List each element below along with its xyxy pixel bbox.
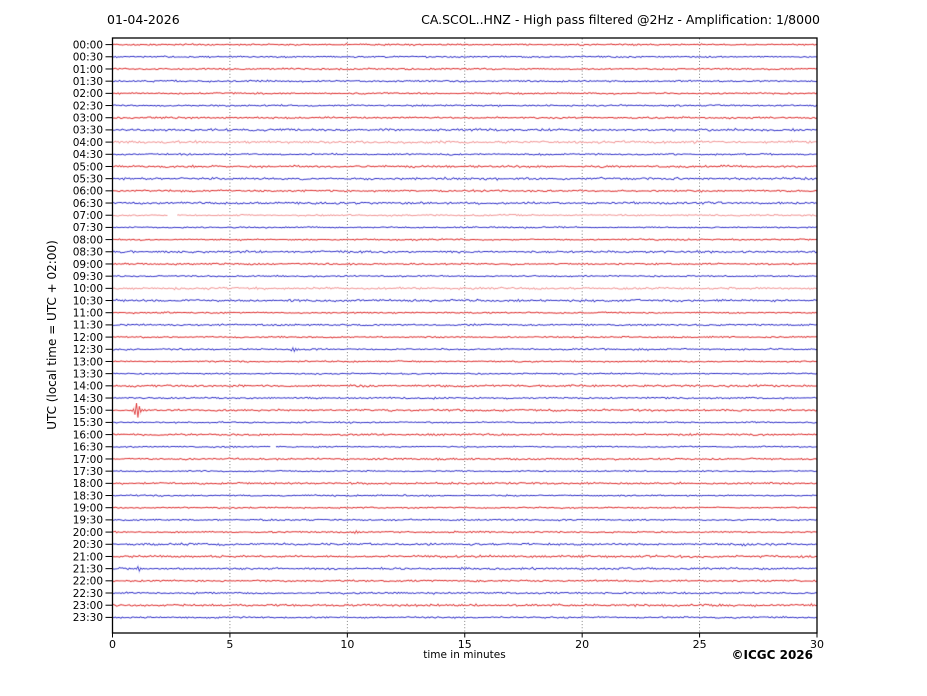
svg-text:19:30: 19:30 [73, 515, 103, 527]
svg-text:01:30: 01:30 [73, 76, 103, 88]
svg-text:17:00: 17:00 [73, 454, 103, 466]
helicorder-figure: 01-04-2026 CA.SCOL..HNZ - High pass filt… [0, 0, 927, 696]
svg-text:10:30: 10:30 [73, 295, 103, 307]
svg-text:09:30: 09:30 [73, 271, 103, 283]
svg-text:03:00: 03:00 [73, 113, 103, 125]
svg-text:21:30: 21:30 [73, 563, 103, 575]
svg-text:06:30: 06:30 [73, 198, 103, 210]
svg-text:04:00: 04:00 [73, 137, 103, 149]
svg-text:13:00: 13:00 [73, 356, 103, 368]
svg-text:23:00: 23:00 [73, 600, 103, 612]
svg-text:12:30: 12:30 [73, 344, 103, 356]
svg-text:00:00: 00:00 [73, 39, 103, 51]
svg-text:12:00: 12:00 [73, 332, 103, 344]
helicorder-plot: 00:0000:3001:0001:3002:0002:3003:0003:30… [73, 37, 824, 651]
svg-text:01:00: 01:00 [73, 64, 103, 76]
svg-text:08:30: 08:30 [73, 247, 103, 259]
svg-text:11:00: 11:00 [73, 308, 103, 320]
svg-text:10:00: 10:00 [73, 283, 103, 295]
svg-text:03:30: 03:30 [73, 125, 103, 137]
svg-text:14:00: 14:00 [73, 381, 103, 393]
svg-text:07:30: 07:30 [73, 222, 103, 234]
svg-text:00:30: 00:30 [73, 52, 103, 64]
svg-text:20:00: 20:00 [73, 527, 103, 539]
svg-text:17:30: 17:30 [73, 466, 103, 478]
svg-text:13:30: 13:30 [73, 368, 103, 380]
svg-text:22:30: 22:30 [73, 588, 103, 600]
svg-text:14:30: 14:30 [73, 393, 103, 405]
svg-text:02:30: 02:30 [73, 100, 103, 112]
svg-text:09:00: 09:00 [73, 259, 103, 271]
svg-text:06:00: 06:00 [73, 186, 103, 198]
svg-text:22:00: 22:00 [73, 576, 103, 588]
svg-text:02:00: 02:00 [73, 88, 103, 100]
svg-text:15:00: 15:00 [73, 405, 103, 417]
svg-text:04:30: 04:30 [73, 149, 103, 161]
x-axis-label: time in minutes [423, 649, 506, 661]
svg-text:11:30: 11:30 [73, 320, 103, 332]
svg-text:19:00: 19:00 [73, 503, 103, 515]
svg-text:20:30: 20:30 [73, 539, 103, 551]
svg-text:16:30: 16:30 [73, 442, 103, 454]
svg-text:08:00: 08:00 [73, 234, 103, 246]
credit-label: ©ICGC 2026 [731, 648, 813, 662]
svg-text:18:30: 18:30 [73, 490, 103, 502]
svg-text:16:00: 16:00 [73, 429, 103, 441]
svg-text:21:00: 21:00 [73, 551, 103, 563]
svg-text:23:30: 23:30 [73, 612, 103, 624]
svg-text:07:00: 07:00 [73, 210, 103, 222]
svg-text:05:00: 05:00 [73, 161, 103, 173]
svg-text:05:30: 05:30 [73, 173, 103, 185]
svg-text:15:30: 15:30 [73, 417, 103, 429]
svg-text:18:00: 18:00 [73, 478, 103, 490]
